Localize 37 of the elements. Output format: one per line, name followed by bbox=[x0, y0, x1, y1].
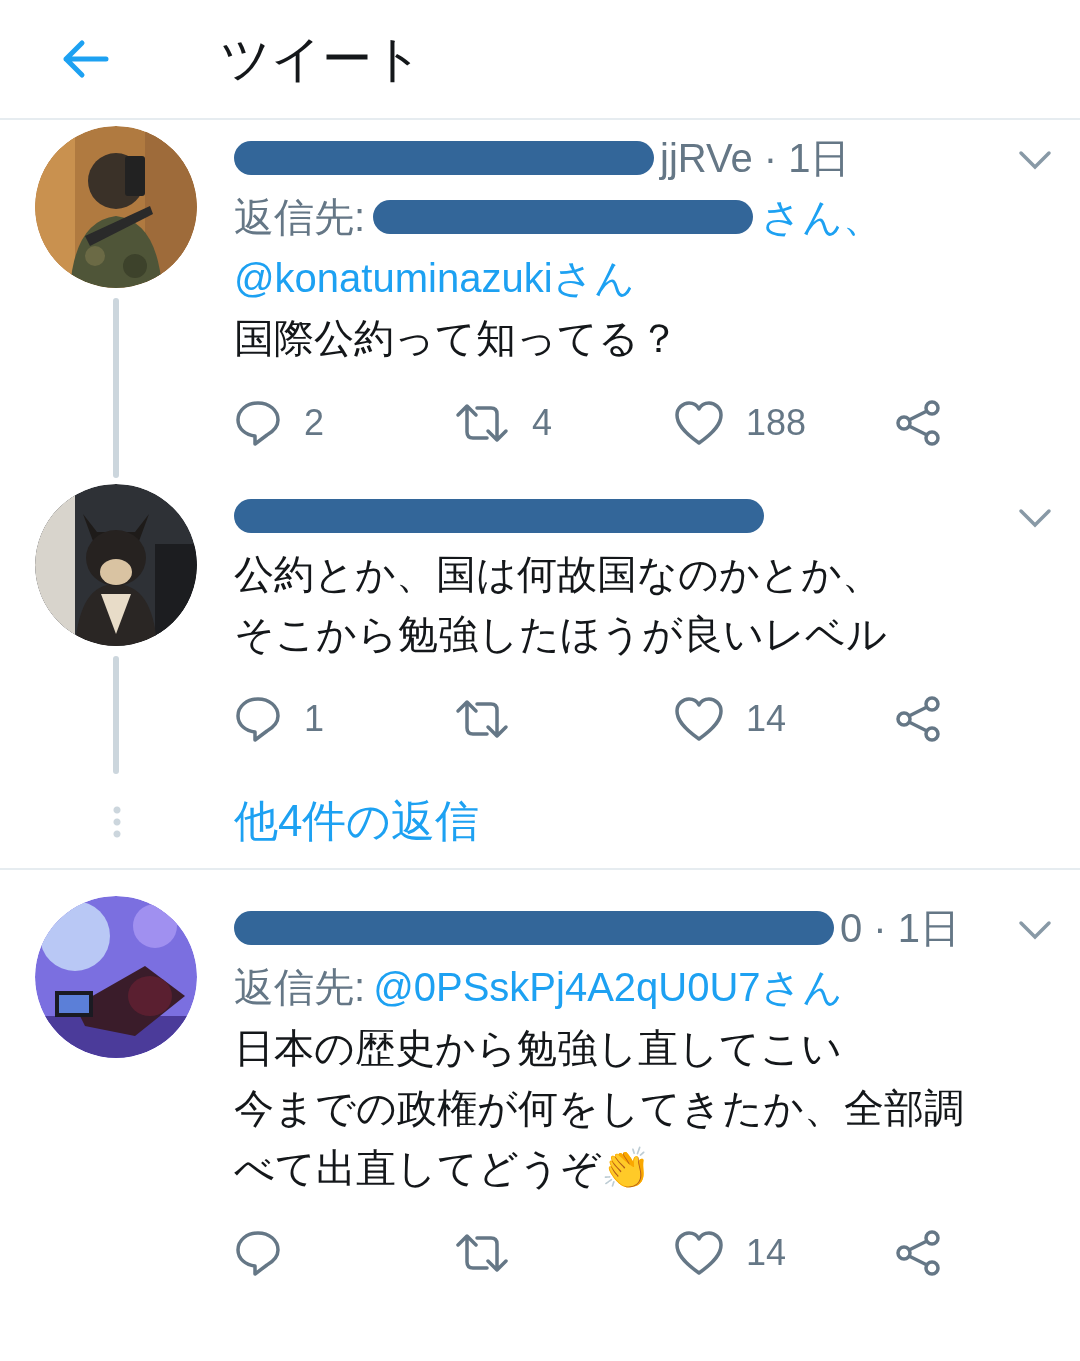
tweet-text: 公約とか、国は何故国なのかとか、 bbox=[234, 551, 883, 598]
reply-count: 2 bbox=[304, 401, 325, 445]
mention-link[interactable]: さん、 bbox=[761, 187, 884, 247]
share-icon[interactable] bbox=[894, 399, 942, 447]
chevron-down-icon[interactable] bbox=[1018, 920, 1052, 940]
share-icon[interactable] bbox=[894, 695, 942, 743]
tweet-text: 日本の歴史から勉強し直してこい bbox=[234, 1025, 843, 1072]
tweet-text: そこから勉強したほうが良いレベル bbox=[234, 611, 888, 658]
share-icon[interactable] bbox=[894, 1229, 942, 1277]
reply-icon[interactable] bbox=[234, 399, 282, 447]
heart-icon[interactable] bbox=[674, 696, 724, 742]
page-title: ツイート bbox=[220, 34, 423, 84]
retweet-count: 4 bbox=[532, 401, 553, 445]
reply-label: 返信先: bbox=[234, 964, 366, 1011]
thread-dots bbox=[113, 804, 121, 838]
tweet-meta: jjRVe · 1日 bbox=[660, 135, 851, 182]
retweet-icon[interactable] bbox=[454, 401, 510, 445]
retweet-icon[interactable] bbox=[454, 1231, 510, 1275]
like-count: 14 bbox=[746, 697, 787, 741]
reply-count: 1 bbox=[304, 697, 325, 741]
mention-link[interactable]: @0PSskPj4A2qU0U7さん bbox=[373, 957, 843, 1017]
tweet-text: 国際公約って知ってる？ bbox=[234, 315, 680, 362]
mention-link[interactable]: @konatuminazukiさん bbox=[234, 248, 635, 308]
reply-label: 返信先: bbox=[234, 194, 366, 241]
reply-icon[interactable] bbox=[234, 1229, 282, 1277]
heart-icon[interactable] bbox=[674, 400, 724, 446]
more-replies-link[interactable]: 他4件の返信 bbox=[234, 788, 480, 854]
chevron-down-icon[interactable] bbox=[1018, 150, 1052, 170]
retweet-icon[interactable] bbox=[454, 697, 510, 741]
like-count: 14 bbox=[746, 1231, 787, 1275]
like-count: 188 bbox=[746, 401, 807, 445]
tweet-text: べて出直してどうぞ👏 bbox=[234, 1145, 652, 1192]
chevron-down-icon[interactable] bbox=[1018, 508, 1052, 528]
reply-icon[interactable] bbox=[234, 695, 282, 743]
tweet-text: 今までの政権が何をしてきたか、全部調 bbox=[234, 1085, 965, 1132]
heart-icon[interactable] bbox=[674, 1230, 724, 1276]
tweet-meta: 0 · 1日 bbox=[840, 905, 961, 952]
